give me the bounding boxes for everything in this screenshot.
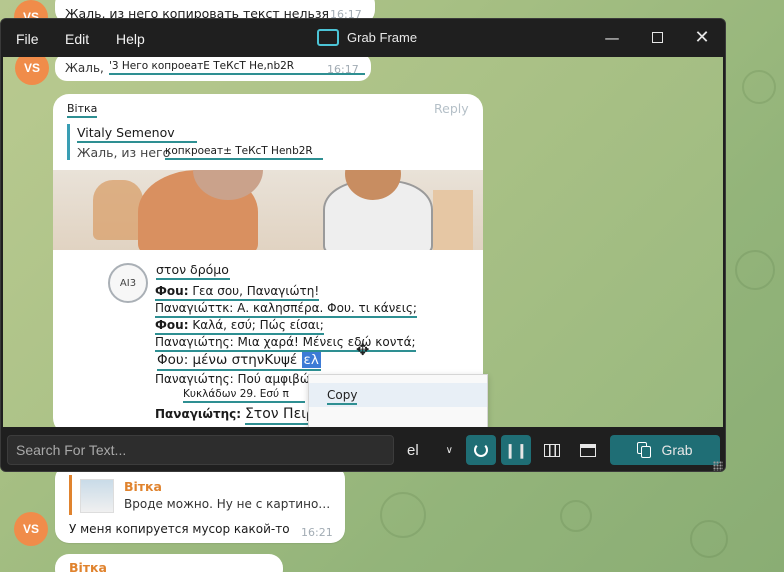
message-time: 16:17 [327,63,359,76]
quote-author[interactable]: Vitaly Semenov [77,125,197,143]
minimize-icon[interactable]: — [599,27,625,49]
message-bubble[interactable]: Вiтка [55,554,283,572]
reply-label: Reply [434,101,469,116]
pause-button[interactable]: ❙❙ [501,435,531,465]
speaker: Фоu: [155,318,189,332]
ocr-line[interactable]: Παναγιώτης: Μια χαρά! Μένεις εδώ κοντά; [155,335,416,352]
chevron-down-icon: ∨ [445,444,453,456]
speaker: Παναγιώτης: [155,372,234,386]
ocr-line[interactable]: Κυκλάδων 29. Εσύ π [183,388,305,403]
refresh-button[interactable] [466,435,496,465]
ocr-text[interactable]: копкроеат± ТеКсТ Henb2R [165,145,323,160]
quote-prefix: Жаль, из него [77,145,171,160]
ocr-line[interactable]: Фоu: Καλά, εσύ; Πώς είσαι; [155,318,324,335]
line-text: μένω στηνΚυψέ [192,352,298,368]
ocr-text[interactable]: στον δρόμο [156,262,230,280]
ocr-line[interactable]: Παναγιώττκ: Α. καλησπέρα. Φου. τι κάνεις… [155,301,417,318]
line-text: Πού αμφιβώ [237,372,310,386]
window-icon [580,443,596,457]
refresh-icon [474,443,488,457]
sticker-badge: AI3 [108,263,148,303]
wallpaper-doodle [560,500,592,532]
sender-name: Вiтка [69,560,107,572]
speaker: Φου: [157,352,189,368]
message-text: У меня копируется мусор какой-то [69,522,290,536]
speaker: Фоu: [155,284,189,298]
resize-grip-icon[interactable] [713,461,723,471]
quote-author: Вiтка [124,479,162,494]
context-menu-item-copy[interactable]: Copy [309,383,487,407]
speaker: Παναγιώτης: [155,407,242,421]
title-bar[interactable]: File Edit Help Grab Frame — ✕ [1,19,725,57]
avatar[interactable]: VS [14,512,48,546]
window-view-button[interactable] [573,435,603,465]
line-text: Α. καλησπέρα. Φου. τι κάνεις; [237,301,417,315]
line-text: Γεα σου, Παναγιώτη! [192,284,320,298]
menu-help[interactable]: Help [116,31,145,47]
pause-icon: ❙❙ [504,441,528,458]
image-illustration [53,170,483,250]
message-bubble[interactable]: Вiтка Вроде можно. Ну не с картино… У ме… [55,465,345,543]
menu-file[interactable]: File [16,31,39,47]
wallpaper-doodle [742,70,776,104]
context-menu[interactable]: Copy [308,374,488,427]
sender-name[interactable]: Вiтка [67,102,98,118]
avatar: VS [15,57,49,85]
ocr-line[interactable]: Φου: μένω στηνΚυψέ ελ [157,352,321,371]
grab-frame-window[interactable]: File Edit Help Grab Frame — ✕ VS Жаль, '… [0,18,726,472]
mouse-cursor-icon: ✥ [356,340,370,359]
message-bubble: Жаль, '3 Него копроеатЕ ТеКсТ Не,nb2R 16… [55,57,371,81]
toolbar: el ∨ ❙❙ Grab [1,427,725,471]
language-select[interactable]: el ∨ [399,435,461,465]
wallpaper-doodle [690,520,728,558]
copy-icon [637,442,652,458]
close-icon[interactable]: ✕ [689,27,715,49]
line-text: Μια χαρά! Μένεις εδώ κοντά; [237,335,416,349]
menu-edit[interactable]: Edit [65,31,89,47]
table-icon [544,443,560,457]
line-text: Καλά, εσύ; Πώς είσαι; [192,318,324,332]
reply-quote[interactable]: Вiтка Вроде можно. Ну не с картино… [69,475,331,515]
speaker: Παναγιώττκ: [155,301,234,315]
grab-frame-app-icon [317,29,339,46]
window-title: Grab Frame [347,30,418,45]
message-time: 16:21 [301,526,333,539]
message-text: Жаль, [65,61,104,75]
quote-thumbnail-icon [80,479,114,513]
line-text: Κυκλάδων 29. Εσύ π [183,388,289,400]
quote-text: Вроде можно. Ну не с картино… [124,497,331,511]
wallpaper-doodle [380,492,426,538]
grab-button-label: Grab [661,442,693,458]
maximize-icon[interactable] [644,27,670,49]
ocr-line[interactable]: Фоu: Γεα σου, Παναγιώτη! [155,284,320,301]
grab-button[interactable]: Grab [610,435,720,465]
table-view-button[interactable] [537,435,567,465]
wallpaper-doodle [735,250,775,290]
capture-frame[interactable]: VS Жаль, '3 Него копроеатЕ ТеКсТ Не,nb2R… [3,57,723,427]
ocr-line[interactable]: Παναγιώτης: Πού αμφιβώ [155,372,310,386]
selected-text: ελ [301,352,321,368]
search-input[interactable] [7,435,394,465]
speaker: Παναγιώτης: [155,335,234,349]
